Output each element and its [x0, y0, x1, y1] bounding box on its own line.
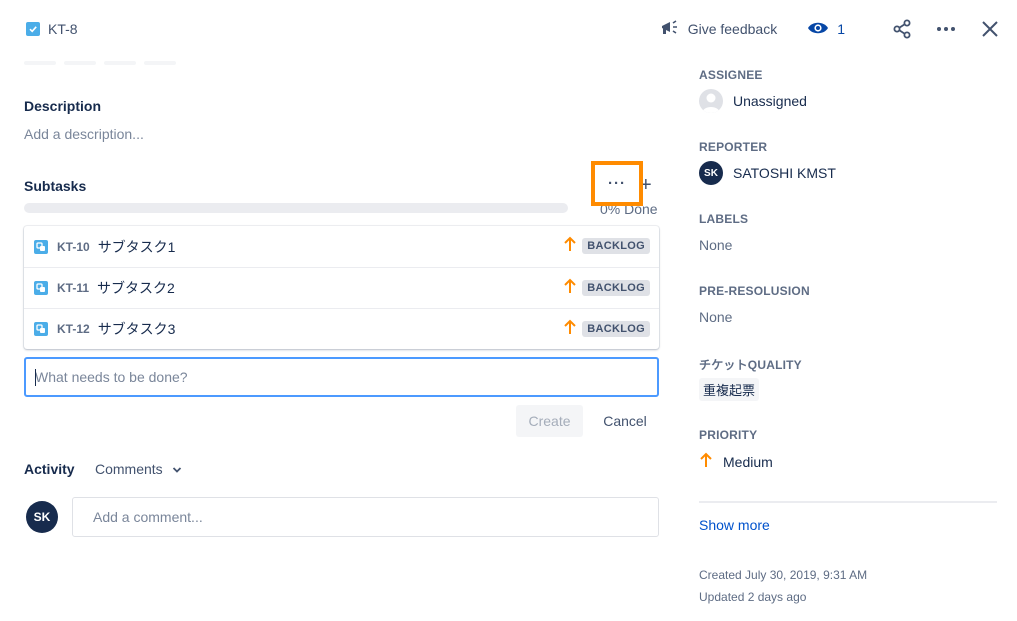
activity-filter-label: Comments	[95, 461, 163, 477]
activity-heading: Activity	[24, 461, 75, 477]
description-field[interactable]: Add a description...	[24, 126, 144, 142]
status-badge[interactable]: BACKLOG	[582, 280, 650, 296]
task-type-icon	[26, 22, 40, 36]
subtask-row[interactable]: KT-12 サブタスク3 BACKLOG	[24, 308, 659, 349]
new-subtask-input-wrapper	[24, 357, 659, 397]
watch-count: 1	[837, 21, 845, 37]
reporter-field[interactable]: SK SATOSHI KMST	[699, 161, 836, 185]
description-heading: Description	[24, 98, 102, 114]
updated-date: Updated 2 days ago	[699, 590, 807, 604]
labels-label: LABELS	[699, 212, 749, 226]
subtasks-progress-bar	[24, 203, 568, 213]
assignee-value: Unassigned	[733, 93, 807, 109]
pre-resolusion-value[interactable]: None	[699, 309, 732, 325]
reporter-label: REPORTER	[699, 140, 768, 154]
subtask-key[interactable]: KT-12	[57, 322, 90, 336]
eye-icon	[807, 20, 829, 39]
add-comment-field[interactable]: Add a comment...	[72, 497, 659, 537]
share-icon[interactable]	[889, 16, 915, 42]
assignee-field[interactable]: Unassigned	[699, 89, 807, 113]
toolbar-stub	[144, 61, 176, 65]
priority-medium-icon	[699, 452, 713, 471]
subtask-type-icon	[34, 322, 48, 336]
close-icon[interactable]	[977, 16, 1003, 42]
megaphone-icon	[660, 19, 680, 40]
header-actions: Give feedback 1	[660, 14, 1003, 44]
priority-medium-icon	[563, 319, 577, 340]
subtask-summary[interactable]: サブタスク2	[97, 278, 175, 298]
subtask-type-icon	[34, 281, 48, 295]
assignee-label: ASSIGNEE	[699, 68, 763, 82]
give-feedback-button[interactable]: Give feedback	[660, 19, 778, 40]
priority-field[interactable]: Medium	[699, 452, 773, 471]
subtask-type-icon	[34, 239, 48, 254]
avatar: SK	[699, 161, 723, 185]
subtask-summary[interactable]: サブタスク3	[98, 319, 176, 339]
quality-label: チケットQUALITY	[699, 358, 802, 372]
chevron-down-icon	[172, 461, 182, 477]
avatar: SK	[26, 501, 58, 533]
cancel-button[interactable]: Cancel	[592, 405, 658, 437]
status-badge[interactable]: BACKLOG	[582, 321, 650, 337]
activity-filter-dropdown[interactable]: Comments	[95, 461, 182, 477]
create-button[interactable]: Create	[516, 405, 583, 437]
subtask-row[interactable]: KT-11 サブタスク2 BACKLOG	[24, 267, 659, 308]
toolbar-stub	[24, 61, 56, 65]
pre-resolusion-label: PRE-RESOLUSION	[699, 284, 810, 298]
issue-key-link[interactable]: KT-8	[26, 19, 78, 39]
toolbar-stub	[104, 61, 136, 65]
created-date: Created July 30, 2019, 9:31 AM	[699, 568, 868, 582]
priority-medium-icon	[563, 278, 577, 299]
subtasks-more-button[interactable]: ···	[591, 161, 643, 206]
divider	[699, 501, 997, 503]
subtask-key[interactable]: KT-10	[57, 240, 90, 254]
subtask-list: KT-10 サブタスク1 BACKLOG KT-11 サブタスク2 BACKLO…	[24, 226, 659, 349]
give-feedback-label: Give feedback	[687, 21, 778, 37]
subtask-row[interactable]: KT-10 サブタスク1 BACKLOG	[24, 226, 659, 267]
subtask-summary[interactable]: サブタスク1	[98, 237, 176, 257]
text-caret	[35, 369, 36, 386]
show-more-link[interactable]: Show more	[699, 517, 770, 533]
reporter-value: SATOSHI KMST	[733, 165, 836, 181]
issue-key-label: KT-8	[48, 21, 78, 37]
labels-value[interactable]: None	[699, 237, 732, 253]
priority-label: PRIORITY	[699, 428, 758, 442]
subtasks-heading: Subtasks	[24, 178, 87, 194]
status-badge[interactable]: BACKLOG	[582, 238, 650, 254]
new-subtask-input[interactable]	[35, 369, 657, 385]
quality-field[interactable]: 重複起票	[699, 378, 760, 401]
priority-medium-icon	[563, 236, 577, 257]
watch-button[interactable]: 1	[807, 20, 845, 39]
quality-value: 重複起票	[699, 378, 760, 401]
subtask-key[interactable]: KT-11	[57, 281, 89, 295]
priority-value: Medium	[723, 453, 773, 470]
toolbar-stub	[64, 61, 96, 65]
more-actions-icon[interactable]	[933, 16, 959, 42]
unassigned-avatar-icon	[699, 89, 723, 113]
